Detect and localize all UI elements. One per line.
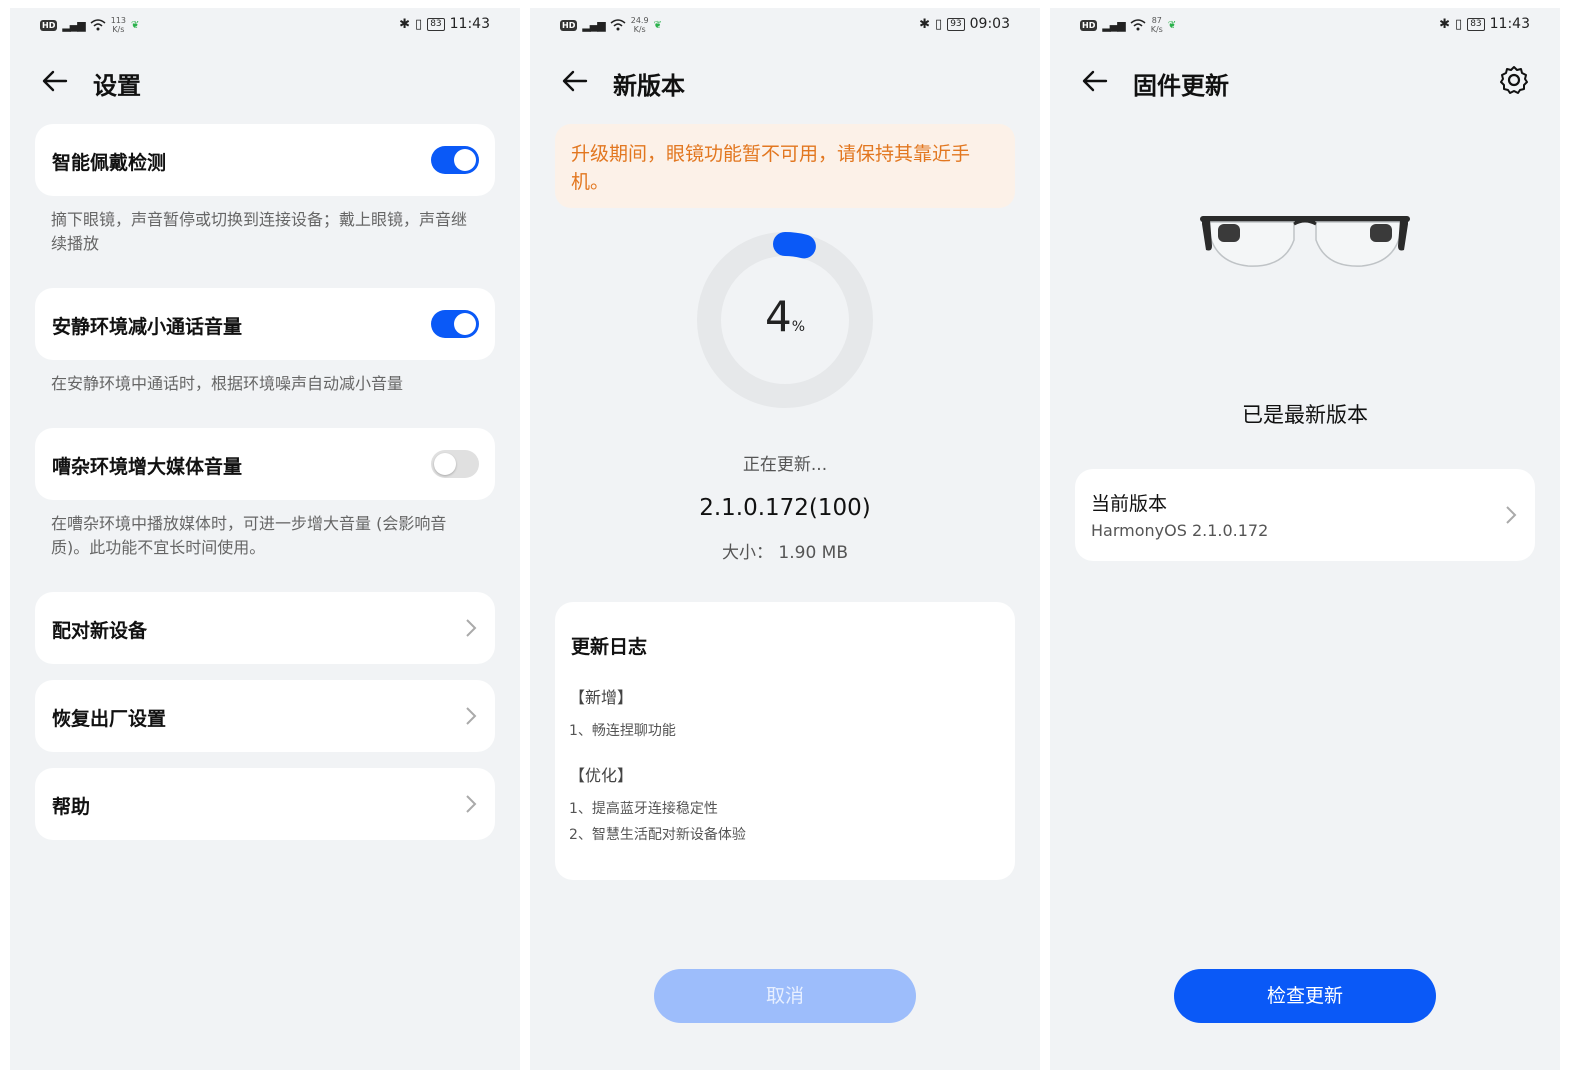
clock: 11:43	[1489, 16, 1530, 32]
clock: 09:03	[969, 16, 1010, 32]
vibrate-icon: ▯	[935, 16, 943, 32]
hd-icon: HD	[560, 19, 578, 31]
header: 固件更新	[1050, 60, 1560, 110]
progress-ring: 4%	[695, 230, 875, 410]
cancel-button[interactable]: 取消	[654, 969, 916, 1023]
version-number: 2.1.0.172(100)	[699, 495, 871, 521]
bluetooth-icon: ✱	[399, 16, 411, 32]
link-label: 恢复出厂设置	[52, 708, 167, 730]
clock: 11:43	[449, 16, 490, 32]
hd-icon: HD	[1080, 19, 1098, 31]
pair-new-device-item[interactable]: 配对新设备	[35, 592, 495, 664]
status-bar: HD ▂▄▆ 24.9 K/s ❦ ✱ ▯ 93 09:03	[530, 8, 1040, 44]
changelog-item: 1、畅连捏聊功能	[569, 723, 676, 739]
setting-wear-detection[interactable]: 智能佩戴检测	[35, 124, 495, 196]
setting-description: 在嘈杂环境中播放媒体时，可进一步增大音量 (会影响音质)。此功能不宜长时间使用。	[51, 514, 447, 557]
screens: HD ▂▄▆ 113 K/s ❦ ✱ ▯ 83 11:43 设置 智能佩戴检测 摘…	[0, 0, 1596, 1080]
battery-icon: 83	[427, 17, 445, 31]
bluetooth-icon: ✱	[919, 16, 931, 32]
header: 新版本	[530, 60, 1040, 110]
package-size: 大小： 1.90 MB	[722, 543, 848, 563]
changelog-section-heading: 【优化】	[569, 766, 634, 785]
chevron-right-icon	[466, 795, 477, 813]
page-title: 设置	[93, 72, 141, 100]
setting-description: 在安静环境中通话时，根据环境噪声自动减小音量	[51, 374, 404, 393]
factory-reset-item[interactable]: 恢复出厂设置	[35, 680, 495, 752]
header: 设置	[10, 60, 520, 110]
chevron-right-icon	[466, 619, 477, 637]
battery-icon: 93	[947, 17, 965, 31]
link-label: 帮助	[52, 796, 91, 818]
setting-description: 摘下眼镜，声音暂停或切换到连接设备；戴上眼镜，声音继续播放	[51, 210, 468, 253]
changelog-title: 更新日志	[571, 636, 648, 658]
setting-label: 嘈杂环境增大媒体音量	[52, 456, 243, 478]
chevron-right-icon	[1506, 506, 1517, 524]
current-version-item[interactable]: 当前版本 HarmonyOS 2.1.0.172	[1075, 469, 1535, 561]
network-speed: 87 K/s	[1150, 16, 1163, 34]
quiet-volume-toggle[interactable]	[431, 310, 479, 338]
setting-noisy-volume[interactable]: 嘈杂环境增大媒体音量	[35, 428, 495, 500]
setting-label: 智能佩戴检测	[52, 152, 167, 174]
changelog-section-heading: 【新增】	[569, 688, 634, 707]
wifi-icon	[1130, 19, 1146, 31]
setting-quiet-volume[interactable]: 安静环境减小通话音量	[35, 288, 495, 360]
settings-gear-icon[interactable]	[1498, 64, 1530, 96]
upgrade-warning: 升级期间，眼镜功能暂不可用，请保持其靠近手机。	[555, 124, 1015, 208]
current-version-value: HarmonyOS 2.1.0.172	[1091, 521, 1269, 540]
link-label: 配对新设备	[52, 620, 148, 642]
status-bar: HD ▂▄▆ 113 K/s ❦ ✱ ▯ 83 11:43	[10, 8, 520, 44]
chevron-right-icon	[466, 707, 477, 725]
check-update-button[interactable]: 检查更新	[1174, 969, 1436, 1023]
firmware-update-screen: HD ▂▄▆ 87 K/s ❦ ✱ ▯ 83 11:43 固件更新 已是最新版本…	[1050, 8, 1560, 1070]
cellular-signal-icon: ▂▄▆	[62, 18, 85, 32]
wear-detection-toggle[interactable]	[431, 146, 479, 174]
help-item[interactable]: 帮助	[35, 768, 495, 840]
battery-icon: 83	[1467, 17, 1485, 31]
status-bar: HD ▂▄▆ 87 K/s ❦ ✱ ▯ 83 11:43	[1050, 8, 1560, 44]
changelog-item: 2、智慧生活配对新设备体验	[569, 827, 746, 843]
progress-value: 4	[764, 292, 792, 341]
network-speed: 24.9 K/s	[630, 16, 649, 34]
latest-version-status: 已是最新版本	[1242, 403, 1368, 427]
setting-label: 安静环境减小通话音量	[52, 316, 243, 338]
leaf-icon: ❦	[131, 19, 140, 31]
progress-percent: 4%	[695, 292, 875, 341]
bluetooth-icon: ✱	[1439, 16, 1451, 32]
progress-unit: %	[791, 319, 806, 335]
page-title: 固件更新	[1133, 72, 1229, 100]
vibrate-icon: ▯	[1455, 16, 1463, 32]
updating-status: 正在更新...	[742, 455, 828, 475]
hd-icon: HD	[40, 19, 58, 31]
cellular-signal-icon: ▂▄▆	[582, 18, 605, 32]
cellular-signal-icon: ▂▄▆	[1102, 18, 1125, 32]
leaf-icon: ❦	[1167, 19, 1177, 31]
wifi-icon	[610, 19, 626, 31]
back-arrow-icon[interactable]	[560, 66, 590, 96]
back-arrow-icon[interactable]	[1080, 66, 1110, 96]
page-title: 新版本	[613, 72, 685, 100]
back-arrow-icon[interactable]	[40, 66, 70, 96]
changelog-item: 1、提高蓝牙连接稳定性	[569, 801, 718, 817]
noisy-volume-toggle[interactable]	[431, 450, 479, 478]
changelog-card: 更新日志 【新增】 1、畅连捏聊功能 【优化】 1、提高蓝牙连接稳定性 2、智慧…	[555, 602, 1015, 880]
new-version-screen: HD ▂▄▆ 24.9 K/s ❦ ✱ ▯ 93 09:03 新版本 升级期间，眼…	[530, 8, 1040, 1070]
vibrate-icon: ▯	[415, 16, 423, 32]
glasses-image	[1200, 216, 1410, 267]
settings-screen: HD ▂▄▆ 113 K/s ❦ ✱ ▯ 83 11:43 设置 智能佩戴检测 摘…	[10, 8, 520, 1070]
network-speed: 113 K/s	[110, 16, 127, 34]
current-version-label: 当前版本	[1091, 493, 1168, 515]
wifi-icon	[90, 19, 106, 31]
leaf-icon: ❦	[653, 19, 662, 31]
